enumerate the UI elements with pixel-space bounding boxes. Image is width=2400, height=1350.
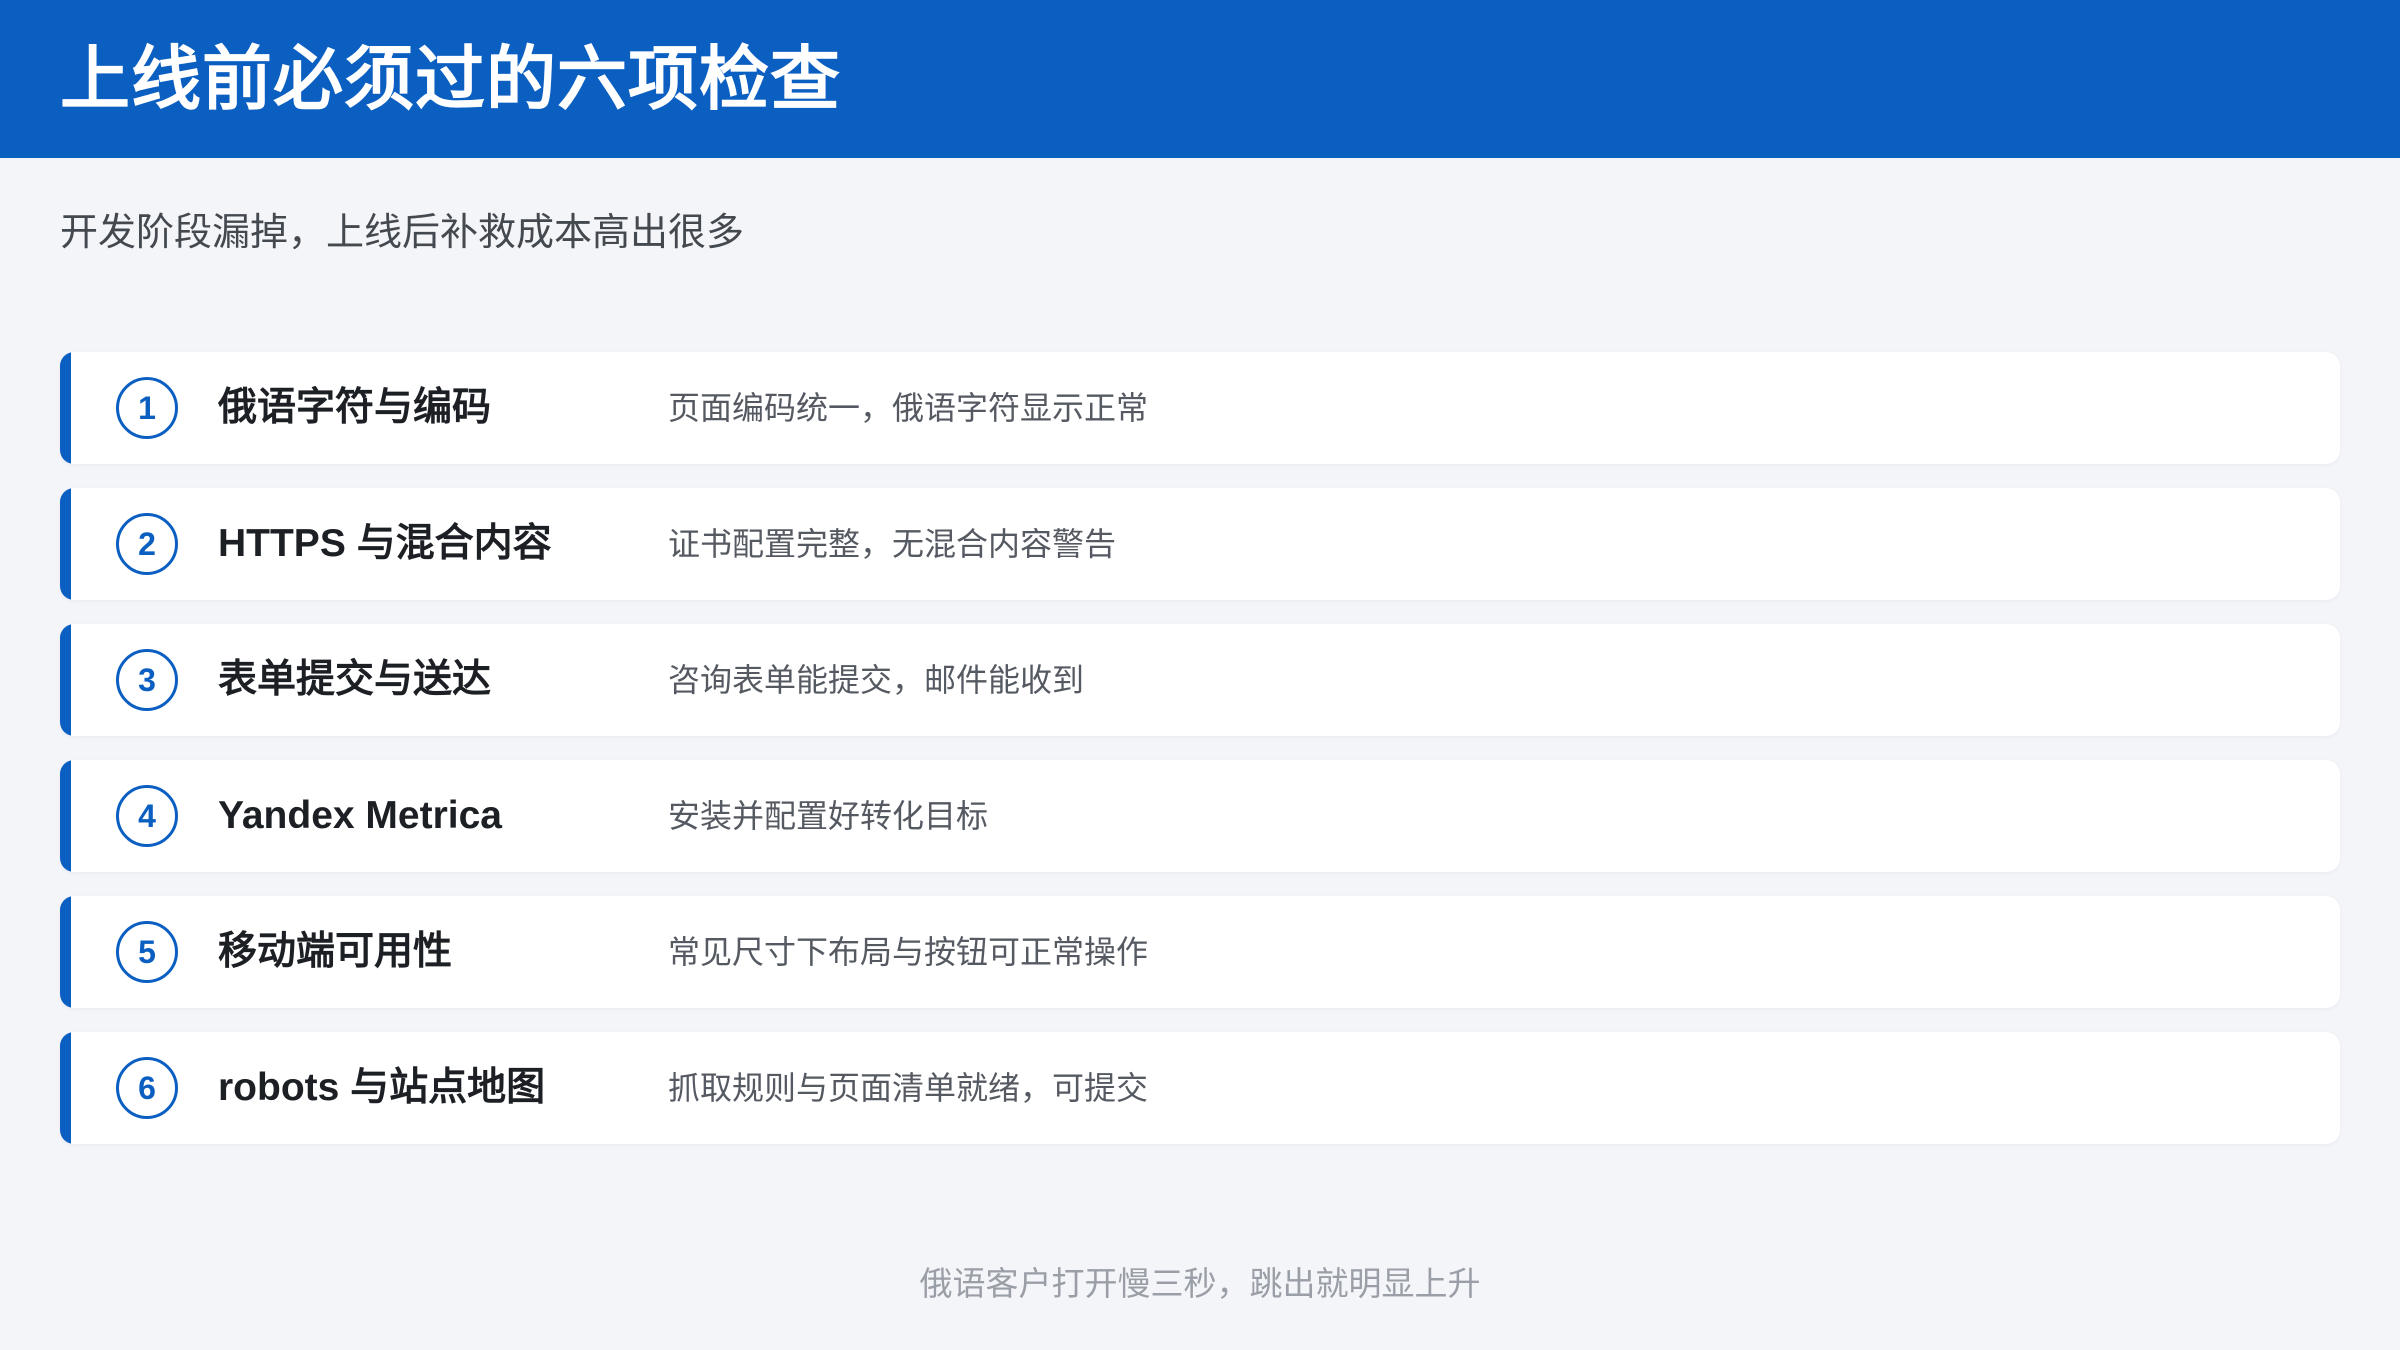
accent-bar <box>60 896 71 1008</box>
item-title: 表单提交与送达 <box>218 658 492 701</box>
title-bar: 上线前必须过的六项检查 <box>0 0 2400 158</box>
checklist-item: 6 robots 与站点地图 抓取规则与页面清单就绪，可提交 <box>60 1032 2340 1144</box>
checklist-item: 1 俄语字符与编码 页面编码统一，俄语字符显示正常 <box>60 352 2340 464</box>
item-description: 常见尺寸下布局与按钮可正常操作 <box>668 934 1149 970</box>
checklist-item: 3 表单提交与送达 咨询表单能提交，邮件能收到 <box>60 624 2340 736</box>
checklist: 1 俄语字符与编码 页面编码统一，俄语字符显示正常 2 HTTPS 与混合内容 … <box>60 352 2340 1168</box>
item-title: 移动端可用性 <box>218 930 453 973</box>
accent-bar <box>60 624 71 736</box>
step-number-badge: 3 <box>116 649 178 711</box>
item-description: 咨询表单能提交，邮件能收到 <box>668 662 1085 698</box>
checklist-item: 5 移动端可用性 常见尺寸下布局与按钮可正常操作 <box>60 896 2340 1008</box>
item-title: 俄语字符与编码 <box>218 386 492 429</box>
step-number-badge: 1 <box>116 377 178 439</box>
accent-bar <box>60 1032 71 1144</box>
item-description: 页面编码统一，俄语字符显示正常 <box>668 390 1149 426</box>
item-description: 抓取规则与页面清单就绪，可提交 <box>668 1070 1149 1106</box>
checklist-item: 2 HTTPS 与混合内容 证书配置完整，无混合内容警告 <box>60 488 2340 600</box>
accent-bar <box>60 352 71 464</box>
accent-bar <box>60 488 71 600</box>
page-title: 上线前必须过的六项检查 <box>60 40 841 118</box>
item-title: robots 与站点地图 <box>218 1066 546 1109</box>
accent-bar <box>60 760 71 872</box>
step-number-badge: 5 <box>116 921 178 983</box>
footer-note: 俄语客户打开慢三秒，跳出就明显上升 <box>919 1265 1481 1302</box>
item-title: Yandex Metrica <box>218 794 502 837</box>
step-number-badge: 4 <box>116 785 178 847</box>
page-subtitle: 开发阶段漏掉，上线后补救成本高出很多 <box>60 212 745 254</box>
step-number-badge: 2 <box>116 513 178 575</box>
step-number-badge: 6 <box>116 1057 178 1119</box>
checklist-item: 4 Yandex Metrica 安装并配置好转化目标 <box>60 760 2340 872</box>
item-title: HTTPS 与混合内容 <box>218 522 552 565</box>
item-description: 安装并配置好转化目标 <box>668 798 989 834</box>
item-description: 证书配置完整，无混合内容警告 <box>668 526 1117 562</box>
